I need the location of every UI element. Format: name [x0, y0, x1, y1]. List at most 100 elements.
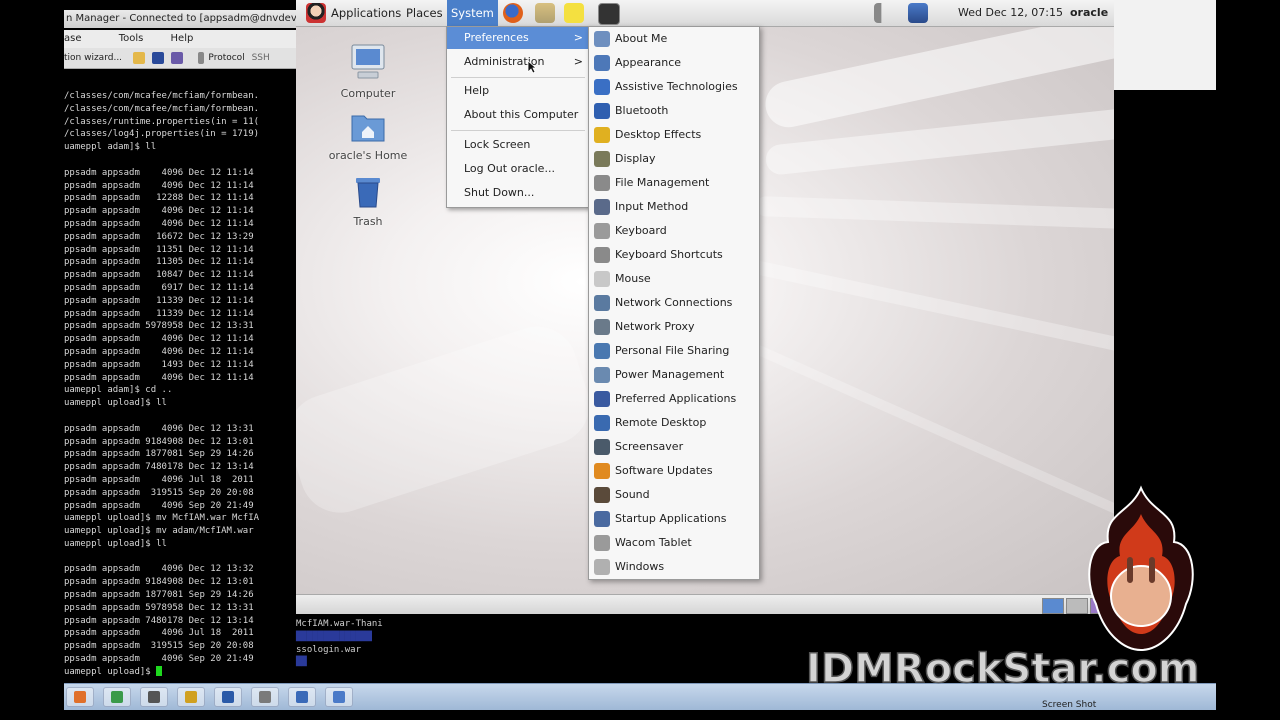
- host-menu-item[interactable]: ase: [64, 33, 82, 44]
- terminal-window[interactable]: /classes/com/mcafee/mcfiam/formbean. /cla…: [64, 90, 296, 680]
- system-menu-button[interactable]: System: [447, 0, 498, 26]
- preferences-item-mouse[interactable]: Mouse: [589, 267, 759, 291]
- panel-user-name[interactable]: oracle: [1070, 0, 1108, 26]
- preferences-item-file-management[interactable]: File Management: [589, 171, 759, 195]
- preferences-item-display[interactable]: Display: [589, 147, 759, 171]
- firefox-launcher-icon[interactable]: [503, 3, 523, 23]
- text-editor-launcher-icon[interactable]: [564, 3, 584, 23]
- settings-icon[interactable]: [170, 51, 183, 64]
- menu-item-label: Sound: [615, 488, 650, 501]
- user-avatar-icon[interactable]: [306, 3, 326, 23]
- terminal-line: ppsadm appsadm 4096 Dec 12 11:14: [64, 180, 254, 191]
- terminal-line: ██: [296, 657, 307, 668]
- preferences-item-about-me[interactable]: About Me: [589, 27, 759, 51]
- preferences-item-preferred-applications[interactable]: Preferred Applications: [589, 387, 759, 411]
- menu-item-label: Software Updates: [615, 464, 713, 477]
- accessibility-icon: [594, 79, 610, 95]
- preferences-item-startup-applications[interactable]: Startup Applications: [589, 507, 759, 531]
- preferences-item-file-sharing[interactable]: Personal File Sharing: [589, 339, 759, 363]
- terminal-line: /classes/com/mcafee/mcfiam/formbean.: [64, 103, 260, 114]
- preferences-item-screensaver[interactable]: Screensaver: [589, 435, 759, 459]
- preferences-item-input-method[interactable]: Input Method: [589, 195, 759, 219]
- save-icon[interactable]: [151, 51, 164, 64]
- mouse-icon: [594, 271, 610, 287]
- email-launcher-icon[interactable]: [535, 3, 555, 23]
- preferences-item-keyboard[interactable]: Keyboard: [589, 219, 759, 243]
- preferences-item-accessibility[interactable]: Assistive Technologies: [589, 75, 759, 99]
- preferred-applications-icon: [594, 391, 610, 407]
- menu-item-label: Power Management: [615, 368, 725, 381]
- system-menu-help[interactable]: Help: [447, 80, 589, 102]
- terminal-line: ppsadm appsadm 5978958 Dec 12 13:31: [64, 321, 254, 332]
- putty-taskbar-icon[interactable]: [251, 687, 279, 707]
- places-menu[interactable]: Places: [402, 0, 447, 26]
- terminal-line: ppsadm appsadm 319515 Sep 20 20:08: [64, 641, 254, 652]
- explorer-taskbar-icon[interactable]: [288, 687, 316, 707]
- applications-menu[interactable]: Applications: [327, 0, 405, 26]
- menu-item-label: Mouse: [615, 272, 651, 285]
- preferences-item-network-connections[interactable]: Network Connections: [589, 291, 759, 315]
- preferences-item-remote-desktop[interactable]: Remote Desktop: [589, 411, 759, 435]
- menu-item-label: Network Connections: [615, 296, 733, 309]
- preferences-item-wacom-tablet[interactable]: Wacom Tablet: [589, 531, 759, 555]
- workspace-1[interactable]: [1042, 598, 1064, 614]
- preferences-item-bluetooth[interactable]: Bluetooth: [589, 99, 759, 123]
- volume-icon[interactable]: [874, 3, 892, 23]
- word-glyph-icon: [222, 691, 234, 703]
- file-management-icon: [594, 175, 610, 191]
- preferences-item-keyboard-shortcuts[interactable]: Keyboard Shortcuts: [589, 243, 759, 267]
- about-me-icon: [594, 31, 610, 47]
- preferences-item-software-updates[interactable]: Software Updates: [589, 459, 759, 483]
- ie-taskbar-icon[interactable]: [177, 687, 205, 707]
- terminal-line: ppsadm appsadm 4096 Dec 12 13:32: [64, 564, 254, 575]
- desktop-icon-trash[interactable]: Trash: [323, 172, 413, 228]
- connection-wizard-button[interactable]: tion wizard...: [64, 53, 122, 63]
- remote-taskbar-icon[interactable]: [325, 687, 353, 707]
- firefox-taskbar-icon[interactable]: [66, 687, 94, 707]
- protocol-value[interactable]: SSH: [252, 53, 270, 63]
- system-menu-lock-screen[interactable]: Lock Screen: [447, 134, 589, 156]
- word-taskbar-icon[interactable]: [214, 687, 242, 707]
- screensaver-icon: [594, 439, 610, 455]
- preferences-item-windows[interactable]: Windows: [589, 555, 759, 579]
- appearance-icon: [594, 55, 610, 71]
- preferences-item-desktop-effects[interactable]: Desktop Effects: [589, 123, 759, 147]
- system-menu-preferences[interactable]: Preferences >: [447, 27, 589, 49]
- panel-clock[interactable]: Wed Dec 12, 07:15: [958, 0, 1063, 26]
- system-menu-log-out[interactable]: Log Out oracle...: [447, 158, 589, 180]
- host-window-right-area: [1114, 0, 1216, 90]
- preferences-item-sound[interactable]: Sound: [589, 483, 759, 507]
- preferences-item-network-proxy[interactable]: Network Proxy: [589, 315, 759, 339]
- desktop-icon-label: Computer: [340, 87, 396, 100]
- host-toolbar: tion wizard... Protocol SSH: [64, 48, 296, 69]
- system-menu-administration[interactable]: Administration >: [447, 51, 589, 73]
- input-method-icon: [594, 199, 610, 215]
- putty-glyph-icon: [259, 691, 271, 703]
- chrome-glyph-icon: [111, 691, 123, 703]
- trash-icon: [356, 178, 380, 208]
- menu-item-label: About Me: [615, 32, 668, 45]
- preferences-item-appearance[interactable]: Appearance: [589, 51, 759, 75]
- terminal-launcher-icon[interactable]: [598, 3, 620, 25]
- chrome-taskbar-icon[interactable]: [103, 687, 131, 707]
- desktop-icon-home[interactable]: oracle's Home: [323, 108, 413, 162]
- host-menu-item[interactable]: Help: [171, 33, 194, 44]
- bluetooth-icon: [594, 103, 610, 119]
- vnc-taskbar-icon[interactable]: [140, 687, 168, 707]
- taskbar-thumbnail-label[interactable]: Screen Shot: [1042, 700, 1096, 710]
- terminal-line: ppsadm appsadm 10847 Dec 12 11:14: [64, 270, 254, 281]
- desktop-icon-computer[interactable]: Computer: [323, 42, 413, 100]
- host-menu-item[interactable]: Tools: [119, 33, 144, 44]
- terminal-line: /classes/runtime.properties(in = 11(: [64, 116, 260, 127]
- terminal-line: ppsadm appsadm 9184908 Dec 12 13:01: [64, 436, 254, 447]
- system-menu-shut-down[interactable]: Shut Down...: [447, 182, 589, 204]
- system-menu-about[interactable]: About this Computer: [447, 104, 589, 126]
- preferences-item-power-management[interactable]: Power Management: [589, 363, 759, 387]
- network-status-icon[interactable]: [908, 3, 928, 23]
- sound-icon: [594, 487, 610, 503]
- open-folder-icon[interactable]: [132, 51, 145, 64]
- terminal-line: ppsadm appsadm 4096 Sep 20 21:49: [64, 500, 254, 511]
- desktop-icon-label: oracle's Home: [328, 149, 408, 162]
